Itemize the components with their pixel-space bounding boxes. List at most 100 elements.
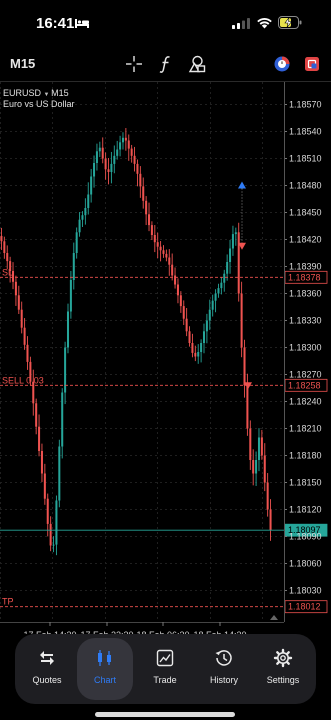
candle-body — [43, 473, 46, 499]
symbol-timeframe: M15 — [51, 88, 69, 98]
candle-body — [243, 347, 246, 386]
sell-order-price: 1.18258 — [288, 380, 321, 390]
candle-body — [208, 309, 211, 321]
price-chart[interactable]: SL 1.18378 SELL 0.03 1.18258 TP 1.18012 1.1809… — [0, 81, 331, 634]
candle-body — [182, 306, 185, 319]
candle-body — [78, 219, 81, 233]
history-icon — [215, 650, 232, 666]
candle-body — [202, 331, 206, 343]
sleep-focus-icon — [75, 19, 89, 28]
candle-body — [107, 169, 110, 172]
tab-history[interactable]: History — [196, 638, 252, 700]
price-tick-label: 1.18450 — [289, 208, 322, 218]
candle-body — [188, 331, 191, 343]
price-tick-label: 1.18480 — [289, 181, 322, 191]
sell-order-label: SELL 0.03 — [2, 375, 44, 385]
chart-icon — [98, 650, 111, 666]
tab-settings[interactable]: Settings — [255, 638, 311, 700]
symbol-description: Euro vs US Dollar — [3, 99, 75, 109]
candle-body — [263, 455, 266, 483]
candle-body — [148, 214, 151, 226]
candle-body — [104, 158, 107, 170]
price-tick-label: 1.18390 — [289, 262, 322, 272]
candle-body — [3, 241, 6, 253]
candle-body — [234, 232, 237, 235]
candle-body — [84, 208, 87, 216]
candle-body — [130, 148, 133, 156]
tab-trade[interactable]: Trade — [137, 638, 193, 700]
price-tick-label: 1.18420 — [289, 235, 322, 245]
candle-body — [139, 173, 142, 187]
timeframe-selector[interactable]: M15 — [10, 56, 35, 71]
crosshair-icon[interactable] — [124, 54, 144, 74]
candle-body — [257, 437, 260, 460]
tab-quotes[interactable]: Quotes — [19, 638, 75, 700]
candle-body — [171, 264, 174, 276]
price-tick-label: 1.18090 — [289, 532, 322, 542]
candle-body — [95, 151, 98, 163]
candle-body — [174, 275, 177, 285]
candle-body — [142, 186, 145, 201]
candle-body — [185, 318, 188, 332]
candle-body — [64, 347, 67, 393]
wifi-icon — [257, 18, 272, 29]
buy-arrow-icon — [238, 181, 246, 189]
candle-body — [116, 149, 119, 156]
candle-body — [229, 248, 232, 262]
tab-label: Trade — [153, 675, 177, 685]
tab-label: Quotes — [32, 675, 62, 685]
one-click-trading-icon[interactable] — [272, 54, 292, 74]
candle-body — [246, 385, 249, 429]
status-time: 16:41 — [36, 15, 75, 32]
candle-body — [98, 147, 101, 152]
candle-body — [55, 500, 58, 545]
candle-body — [38, 426, 41, 451]
quotes-icon — [40, 651, 54, 665]
candle-body — [255, 460, 258, 474]
candle-body — [231, 234, 234, 249]
candle-body — [269, 509, 272, 531]
candle-body — [23, 327, 26, 345]
tab-label: Settings — [266, 675, 300, 685]
tab-chart[interactable]: Chart — [77, 638, 133, 700]
symbol-name: EURUSD — [3, 88, 42, 98]
candle-body — [127, 140, 130, 149]
candle-body — [46, 498, 49, 524]
candle-body — [52, 544, 55, 546]
candle-body — [119, 142, 122, 150]
candle-body — [145, 200, 148, 215]
candle-body — [156, 242, 159, 247]
candle-body — [61, 392, 64, 447]
price-tick-label: 1.18060 — [289, 559, 322, 569]
candle-body — [113, 155, 116, 164]
candle-body — [58, 446, 61, 501]
candle-body — [220, 282, 223, 289]
candle-body — [176, 284, 179, 296]
objects-icon[interactable] — [187, 54, 207, 74]
window-switch-icon[interactable] — [302, 54, 322, 74]
trade-icon — [156, 649, 174, 667]
candle-body — [266, 482, 269, 510]
chart-toolbar: M15 — [0, 50, 331, 78]
price-tick-label: 1.18240 — [289, 397, 322, 407]
candle-body — [205, 320, 208, 332]
candle-body — [6, 253, 9, 262]
candlestick-chart[interactable]: SL 1.18378 SELL 0.03 1.18258 TP 1.18012 1.1809… — [0, 82, 331, 634]
home-indicator — [95, 712, 235, 717]
candle-body — [133, 155, 136, 164]
price-tick-label: 1.18180 — [289, 451, 322, 461]
candle-body — [200, 343, 203, 352]
candle-body — [150, 225, 153, 235]
candle-body — [40, 451, 43, 474]
candle-body — [217, 288, 220, 294]
candle-body — [223, 273, 226, 283]
bottom-tab-bar: Quotes Chart Trade History Settings — [15, 634, 316, 704]
candle-body — [153, 235, 156, 243]
candle-body — [17, 295, 20, 310]
symbol-title[interactable]: EURUSD ▼ M15 — [3, 88, 69, 98]
candle-body — [159, 246, 162, 251]
take-profit-label: TP — [2, 597, 14, 607]
candle-body — [66, 311, 70, 348]
candle-body — [191, 343, 194, 353]
indicator-icon[interactable] — [156, 54, 176, 74]
